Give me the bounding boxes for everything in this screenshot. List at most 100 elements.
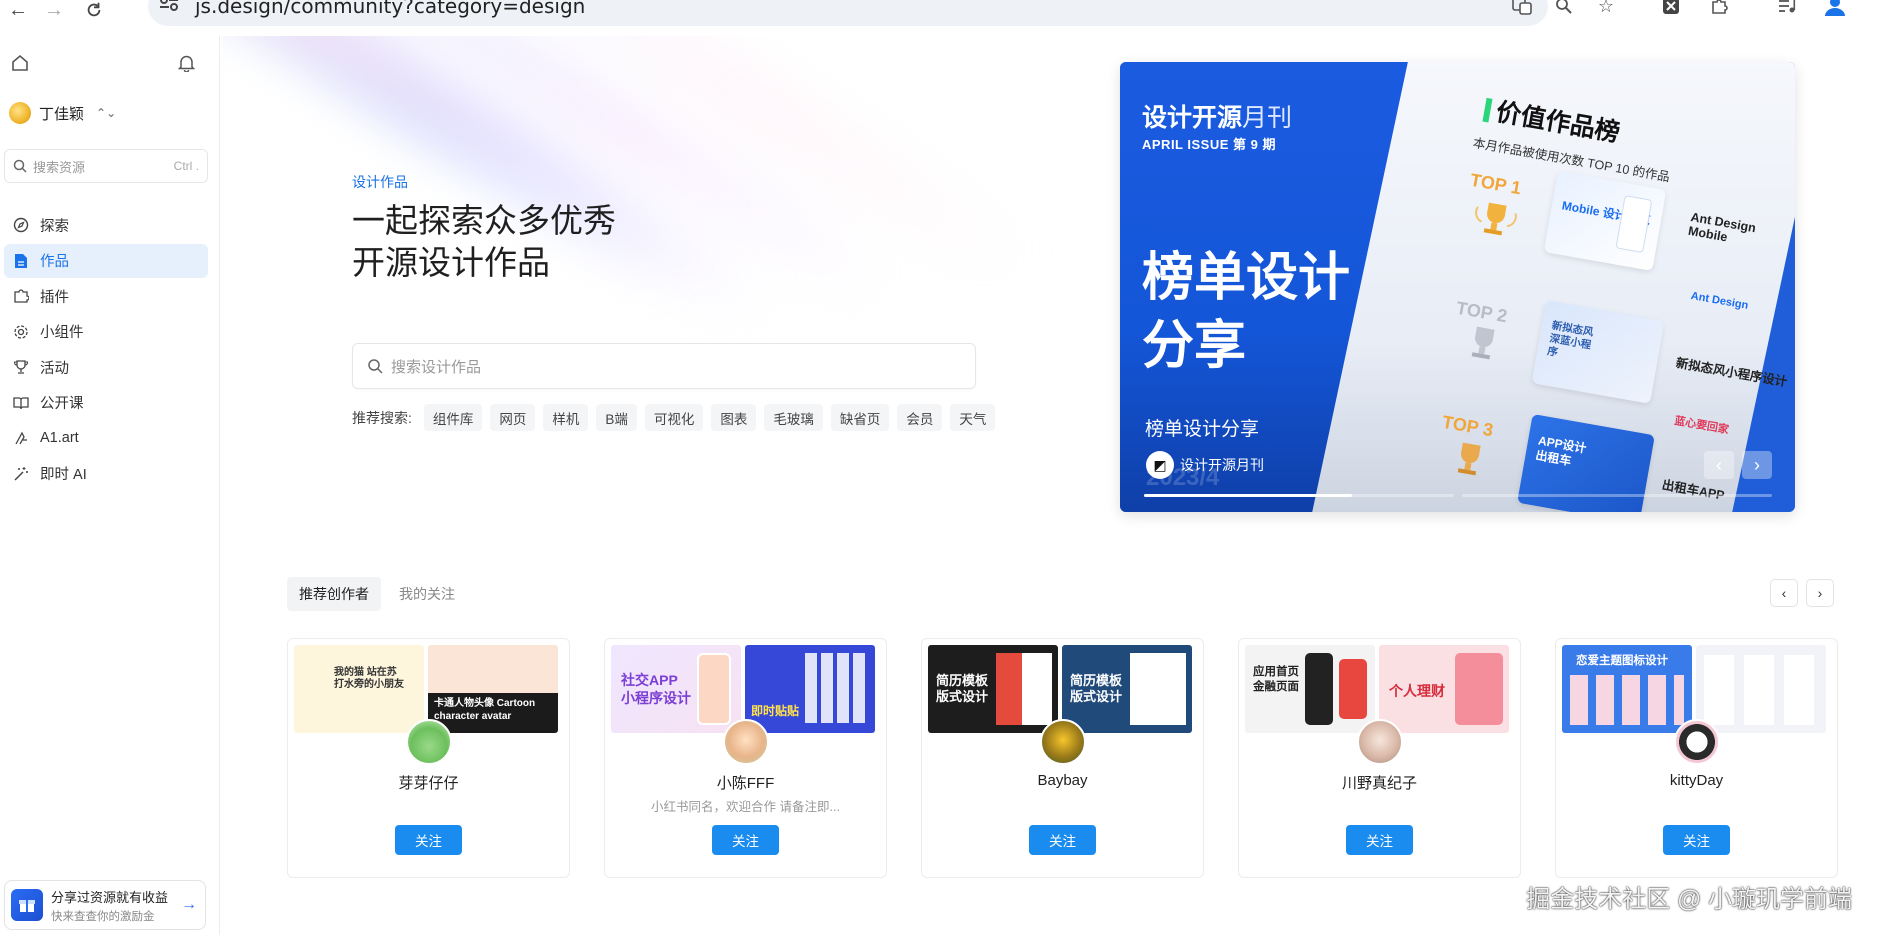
compass-icon: [12, 216, 30, 234]
sidebar-item-courses[interactable]: 公开课: [4, 386, 208, 420]
tag-chip[interactable]: 组件库: [423, 404, 483, 431]
tag-chip[interactable]: 可视化: [644, 404, 704, 431]
bronze-trophy-icon: [1457, 442, 1481, 476]
creator-avatar[interactable]: [1357, 719, 1403, 765]
back-icon[interactable]: ←: [4, 0, 32, 21]
sidebar-item-explore[interactable]: 探索: [4, 208, 208, 242]
creator-name[interactable]: kittyDay: [1556, 772, 1837, 789]
creator-avatar[interactable]: [406, 719, 452, 765]
creator-name[interactable]: 小陈FFF: [605, 772, 886, 793]
recommended-tags: 推荐搜索: 组件库 网页 样机 B端 可视化 图表 毛玻璃 缺省页 会员 天气: [352, 404, 996, 431]
sidebar-item-plugins[interactable]: 插件: [4, 279, 208, 313]
sidebar-item-widgets[interactable]: 小组件: [4, 315, 208, 349]
tag-chip[interactable]: 天气: [950, 404, 996, 431]
work-thumbnail[interactable]: 简历模板 版式设计: [1062, 645, 1192, 733]
banner-subtitle: 榜单设计分享: [1145, 419, 1260, 440]
work-thumbnail[interactable]: 应用首页 金融页面: [1245, 645, 1375, 733]
work-thumbnail[interactable]: 恋爱主题图标设计: [1562, 645, 1692, 733]
follow-button[interactable]: 关注: [1029, 825, 1096, 855]
media-control-icon[interactable]: [1775, 0, 1799, 16]
team-switcher[interactable]: 丁佳颖 ⌃⌄: [9, 102, 116, 124]
hero-title-line-1: 一起探索众多优秀: [352, 202, 616, 239]
extensions-puzzle-icon[interactable]: [1707, 0, 1731, 16]
sidebar-item-label: 活动: [40, 360, 69, 377]
creator-name[interactable]: Baybay: [922, 772, 1203, 789]
follow-button[interactable]: 关注: [1663, 825, 1730, 855]
tag-chip[interactable]: 图表: [711, 404, 757, 431]
hero-title-line-2: 开源设计作品: [352, 244, 550, 281]
work-thumbnail[interactable]: [1696, 645, 1826, 733]
site-settings-icon[interactable]: [158, 0, 180, 12]
creator-name[interactable]: 川野真纪子: [1239, 772, 1520, 793]
tab-my-following[interactable]: 我的关注: [387, 577, 467, 611]
work-thumbnail[interactable]: 卡通人物头像 Cartoon character avatar: [428, 645, 558, 733]
work-thumbnail[interactable]: 社交APP 小程序设计: [611, 645, 741, 733]
bookmark-star-icon[interactable]: ☆: [1594, 0, 1618, 16]
sidebar-item-instant-ai[interactable]: 即时 AI: [4, 457, 208, 491]
creator-card[interactable]: 应用首页 金融页面 个人理财 川野真纪子 关注: [1238, 638, 1521, 878]
banner-prev-button[interactable]: ‹: [1704, 451, 1734, 479]
creator-card[interactable]: 恋爱主题图标设计 kittyDay 关注: [1555, 638, 1838, 878]
follow-button[interactable]: 关注: [395, 825, 462, 855]
hero-eyebrow: 设计作品: [352, 174, 408, 190]
sidebar-search-input[interactable]: 搜索资源 Ctrl .: [4, 149, 208, 183]
tag-chip[interactable]: 缺省页: [830, 404, 890, 431]
banner-progress-track-2[interactable]: [1462, 494, 1772, 497]
creator-card[interactable]: 社交APP 小程序设计 即时贴贴 小陈FFF 小红书同名，欢迎合作 请备注即..…: [604, 638, 887, 878]
sidebar-item-a1art[interactable]: A1.art: [4, 421, 208, 455]
sidebar-item-label: 作品: [40, 254, 69, 270]
sidebar-item-label: A1.art: [40, 430, 79, 446]
work-thumbnail[interactable]: 个人理财: [1379, 645, 1509, 733]
sidebar-item-works[interactable]: 作品: [4, 243, 208, 278]
tag-chip[interactable]: B端: [596, 404, 637, 431]
home-icon[interactable]: [11, 54, 31, 74]
promo-title: 分享过资源就有收益: [51, 889, 169, 905]
tag-chip[interactable]: 毛玻璃: [764, 404, 823, 431]
promo-subtitle: 快来查查你的激励金: [51, 910, 155, 923]
tag-chip[interactable]: 样机: [543, 404, 589, 431]
zoom-icon[interactable]: [1552, 0, 1576, 16]
gear-icon: [12, 323, 30, 341]
profile-icon[interactable]: [1823, 0, 1847, 16]
sidebar: 丁佳颖 ⌃⌄ 搜索资源 Ctrl . 探索 作品 插件 小组件 活动 公开课 A…: [0, 36, 220, 935]
sidebar-item-label: 探索: [40, 218, 69, 235]
search-icon: [13, 159, 27, 173]
creator-avatar[interactable]: [1674, 719, 1720, 765]
creator-card[interactable]: 我的猫 站在苏打水旁的小朋友 卡通人物头像 Cartoon character …: [287, 638, 570, 878]
featured-banner[interactable]: 设计开源月刊 APRIL ISSUE 第 9 期 榜单设计 分享 2023/4 …: [1120, 62, 1795, 512]
creators-prev-button[interactable]: ‹: [1770, 579, 1798, 607]
sidebar-menu: 探索 作品 插件 小组件 活动 公开课 A1.art 即时 AI: [4, 208, 208, 492]
creator-bio: 小红书同名，欢迎合作 请备注即...: [651, 800, 840, 814]
works-search-input[interactable]: 搜索设计作品: [352, 343, 976, 389]
creator-name[interactable]: 芽芽仔仔: [288, 772, 569, 793]
banner-progress-track-1[interactable]: [1144, 494, 1454, 497]
url-text[interactable]: js.design/community?category=design: [195, 0, 585, 18]
switcher-caret-icon: ⌃⌄: [96, 106, 117, 120]
creator-avatar[interactable]: [723, 719, 769, 765]
works-search-placeholder: 搜索设计作品: [391, 358, 482, 376]
follow-button[interactable]: 关注: [712, 825, 779, 855]
gold-trophy-icon: [1475, 202, 1517, 236]
browser-toolbar: ← → js.design/community?category=design …: [0, 0, 1877, 36]
tag-chip[interactable]: 会员: [897, 404, 943, 431]
reload-icon[interactable]: [80, 0, 108, 20]
gift-icon: [11, 889, 43, 921]
forward-icon[interactable]: →: [40, 0, 68, 21]
earnings-promo[interactable]: 分享过资源就有收益 快来查查你的激励金 →: [4, 880, 206, 930]
work-thumbnail[interactable]: 简历模板 版式设计: [928, 645, 1058, 733]
follow-button[interactable]: 关注: [1346, 825, 1413, 855]
work-thumbnail[interactable]: 即时贴贴: [745, 645, 875, 733]
creator-avatar[interactable]: [1040, 719, 1086, 765]
sidebar-item-events[interactable]: 活动: [4, 350, 208, 384]
bell-icon[interactable]: [177, 54, 198, 74]
banner-next-button[interactable]: ›: [1742, 451, 1772, 479]
translate-icon[interactable]: [1510, 0, 1534, 16]
tab-recommended-creators[interactable]: 推荐创作者: [287, 577, 381, 611]
tag-chip[interactable]: 网页: [490, 404, 536, 431]
art-icon: [12, 429, 30, 447]
creator-card[interactable]: 简历模板 版式设计 简历模板 版式设计 Baybay 关注: [921, 638, 1204, 878]
creators-next-button[interactable]: ›: [1806, 579, 1834, 607]
trophy-icon: [12, 358, 30, 376]
extension-x-icon[interactable]: [1659, 0, 1683, 16]
work-thumbnail[interactable]: 我的猫 站在苏打水旁的小朋友: [294, 645, 424, 733]
